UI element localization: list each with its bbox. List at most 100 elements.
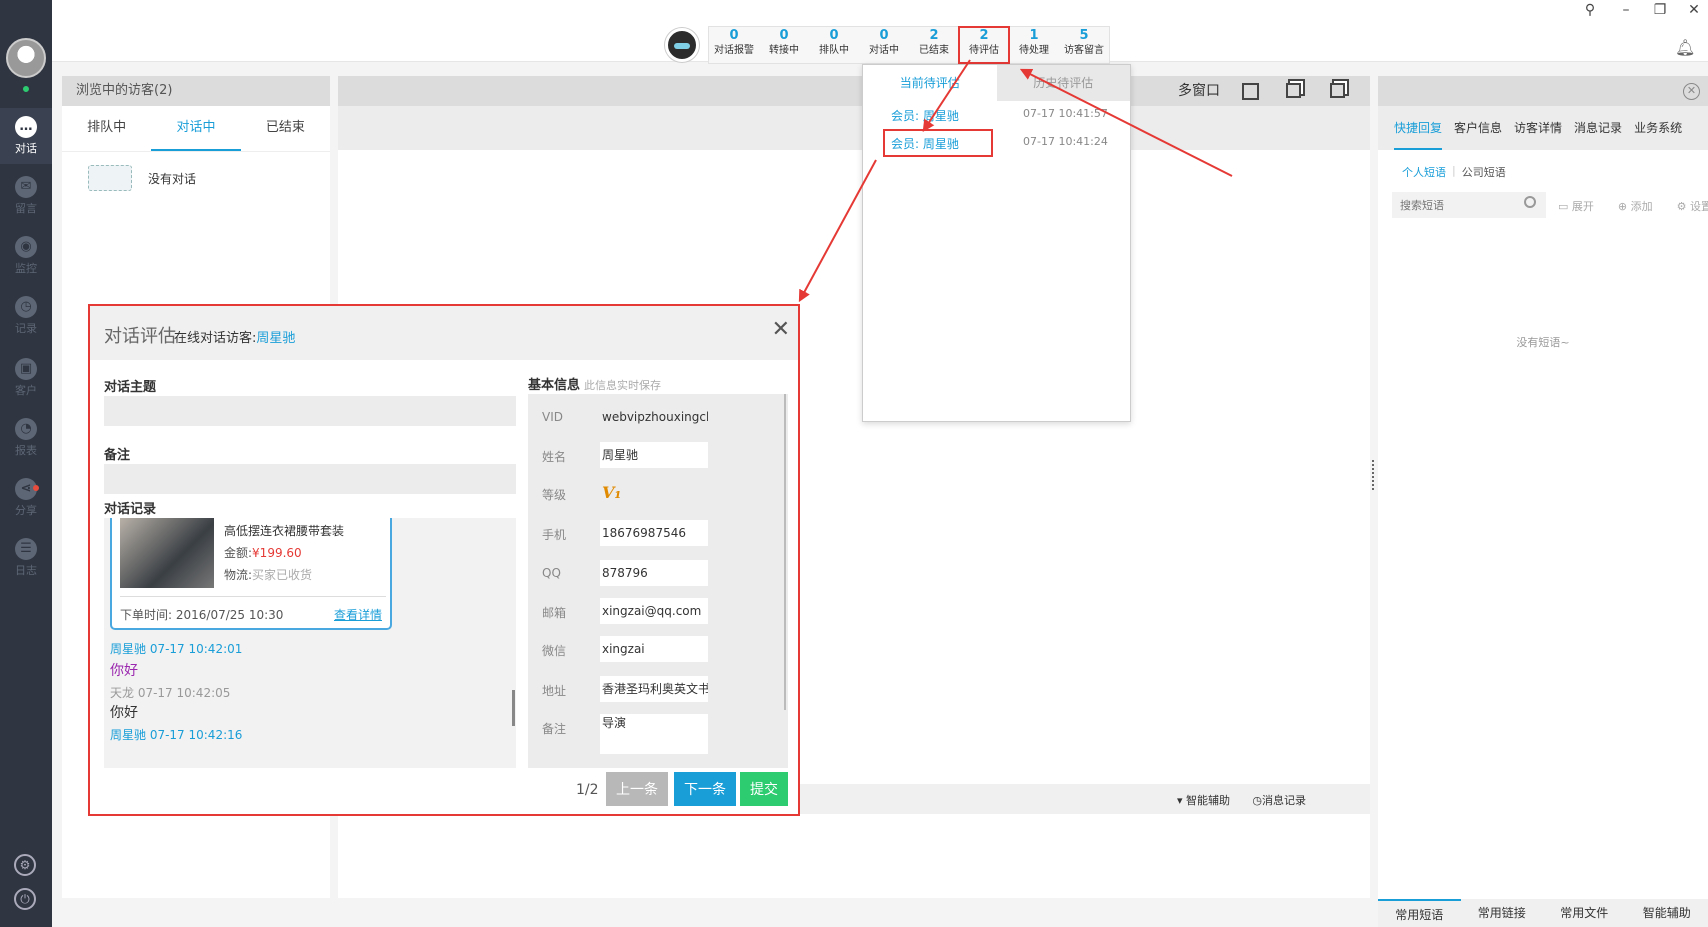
tab-smart-assist[interactable]: 智能辅助 <box>1626 899 1708 927</box>
sidebar-item-monitor[interactable]: ◉ 监控 <box>0 228 52 284</box>
sidebar-item-share[interactable]: ⋖ 分享 <box>0 470 52 526</box>
stat-in-conversation[interactable]: 0 对话中 <box>859 27 909 63</box>
submit-button[interactable]: 提交 <box>740 772 788 806</box>
cascade-window-icon[interactable] <box>1330 83 1345 98</box>
close-icon[interactable]: ✕ <box>1684 2 1704 18</box>
stat-pending-evaluation[interactable]: 2 待评估 <box>958 26 1010 64</box>
name-field[interactable]: 周星驰 <box>600 442 708 468</box>
minimize-icon[interactable]: – <box>1616 2 1636 18</box>
sidebar-item-messages[interactable]: ✉ 留言 <box>0 168 52 224</box>
add-button[interactable]: ⊕ 添加 <box>1618 198 1665 214</box>
stat-ended[interactable]: 2 已结束 <box>909 27 959 63</box>
panel-splitter[interactable] <box>1372 460 1374 490</box>
info-key: 姓名 <box>542 450 567 464</box>
tab-queueing[interactable]: 排队中 <box>62 106 151 151</box>
single-window-icon[interactable] <box>1242 83 1259 100</box>
tab-visitor-details[interactable]: 访客详情 <box>1514 106 1562 150</box>
sidebar-item-logs[interactable]: ☰ 日志 <box>0 530 52 586</box>
stat-count: 0 <box>829 28 839 43</box>
info-key: 地址 <box>542 684 567 698</box>
sidebar-item-reports[interactable]: ◔ 报表 <box>0 410 52 466</box>
visitor-name[interactable]: 周星驰 <box>256 331 295 346</box>
stat-count: 2 <box>979 28 989 43</box>
visitor-panel-title: 浏览中的访客(2) <box>62 76 330 106</box>
robot-assistant-icon[interactable] <box>665 28 699 62</box>
info-value: webvipzhouxingchi <box>602 410 708 424</box>
message-record-button[interactable]: ◷消息记录 <box>1252 792 1306 808</box>
sidebar-item-customers[interactable]: ▣ 客户 <box>0 350 52 406</box>
sidebar-item-chat[interactable]: … 对话 <box>0 108 52 164</box>
sidebar-item-label: 监控 <box>15 262 37 275</box>
tab-common-phrases[interactable]: 常用短语 <box>1378 899 1461 927</box>
expand-label: 展开 <box>1571 200 1594 213</box>
stat-transferring[interactable]: 0 转接中 <box>759 27 809 63</box>
product-thumbnail[interactable] <box>120 518 214 588</box>
tab-history-pending[interactable]: 历史待评估 <box>996 65 1130 101</box>
phone-field[interactable]: 18676987546 <box>600 520 708 546</box>
tab-message-record[interactable]: 消息记录 <box>1574 106 1622 150</box>
tab-current-pending[interactable]: 当前待评估 <box>863 65 997 101</box>
user-avatar[interactable] <box>6 38 46 78</box>
tab-personal-phrases[interactable]: 个人短语 <box>1402 164 1446 180</box>
sidebar-item-records[interactable]: ◷ 记录 <box>0 288 52 344</box>
next-button[interactable]: 下一条 <box>674 772 736 806</box>
multi-window-label[interactable]: 多窗口 <box>1178 76 1220 106</box>
tab-quick-reply[interactable]: 快捷回复 <box>1394 106 1443 150</box>
search-icon[interactable] <box>1524 196 1536 208</box>
info-scrollbar[interactable] <box>784 394 786 710</box>
settings-button[interactable]: ⚙ 设置 <box>1677 198 1708 214</box>
tab-company-phrases[interactable]: 公司短语 <box>1462 164 1506 180</box>
eye-icon: ◉ <box>15 236 37 258</box>
dialog-subtitle: 在线对话访客:周星驰 <box>174 327 295 346</box>
message-text: 你好 <box>110 663 138 679</box>
address-field[interactable]: 香港圣玛利奥英文书院 <box>600 676 708 702</box>
page-indicator: 1/2 <box>576 782 599 798</box>
stat-label: 排队中 <box>819 45 849 56</box>
smart-assist-toggle[interactable]: ▾ 智能辅助 <box>1177 792 1230 808</box>
message-text: 你好 <box>110 705 138 721</box>
empty-conversation: 没有对话 <box>62 152 330 204</box>
bell-icon[interactable]: 🔔︎ <box>1675 38 1695 57</box>
close-panel-icon[interactable]: ✕ <box>1683 83 1700 100</box>
conversation-record[interactable]: 高低摆连衣裙腰带套装 金额:¥199.60 物流:买家已收货 下单时间: 201… <box>104 518 516 768</box>
phrase-search-input[interactable] <box>1392 192 1546 218</box>
tab-business-system[interactable]: 业务系统 <box>1634 106 1682 150</box>
stat-label: 待处理 <box>1019 45 1049 56</box>
stat-queueing[interactable]: 0 排队中 <box>809 27 859 63</box>
message-sender: 天龙 07-17 10:42:05 <box>110 686 231 700</box>
close-icon[interactable]: ✕ <box>772 318 790 342</box>
topic-input[interactable] <box>104 396 516 426</box>
restore-icon[interactable]: ❐ <box>1650 2 1670 18</box>
pending-item[interactable]: 会员: 周星驰 <box>891 107 959 124</box>
tab-common-files[interactable]: 常用文件 <box>1543 899 1626 927</box>
view-details-link[interactable]: 查看详情 <box>334 606 382 623</box>
note-field[interactable]: 导演 <box>600 714 708 754</box>
stat-to-process[interactable]: 1 待处理 <box>1009 27 1059 63</box>
logistics-value: 买家已收货 <box>252 568 313 582</box>
wechat-field[interactable]: xingzai <box>600 636 708 662</box>
conversation-scrollbar[interactable] <box>512 690 515 726</box>
gear-icon[interactable]: ⚙ <box>14 854 36 876</box>
stat-alarm[interactable]: 0 对话报警 <box>709 27 759 63</box>
note-input[interactable] <box>104 464 516 494</box>
tab-common-links[interactable]: 常用链接 <box>1461 899 1544 927</box>
previous-button[interactable]: 上一条 <box>606 772 668 806</box>
pin-icon[interactable]: ⚲ <box>1580 2 1600 18</box>
visitor-tabs: 排队中 对话中 已结束 <box>62 106 330 152</box>
tab-customer-info[interactable]: 客户信息 <box>1454 106 1502 150</box>
sidebar-item-label: 客户 <box>15 384 37 397</box>
qq-field[interactable]: 878796 <box>600 560 708 586</box>
sidebar-item-label: 日志 <box>15 564 37 577</box>
stat-count: 0 <box>879 28 889 43</box>
expand-button[interactable]: ▭ 展开 <box>1558 198 1606 214</box>
empty-conversation-text: 没有对话 <box>148 171 197 186</box>
email-field[interactable]: xingzai@qq.com <box>600 598 708 624</box>
power-icon[interactable]: ⏻ <box>14 888 36 910</box>
empty-illustration-icon <box>88 165 132 191</box>
tab-in-conversation[interactable]: 对话中 <box>151 106 241 151</box>
sidebar-item-label: 记录 <box>15 322 37 335</box>
stat-visitor-messages[interactable]: 5 访客留言 <box>1059 27 1109 63</box>
tab-ended[interactable]: 已结束 <box>241 106 330 151</box>
sidebar-item-label: 对话 <box>15 142 37 155</box>
tile-window-icon[interactable] <box>1286 83 1301 98</box>
